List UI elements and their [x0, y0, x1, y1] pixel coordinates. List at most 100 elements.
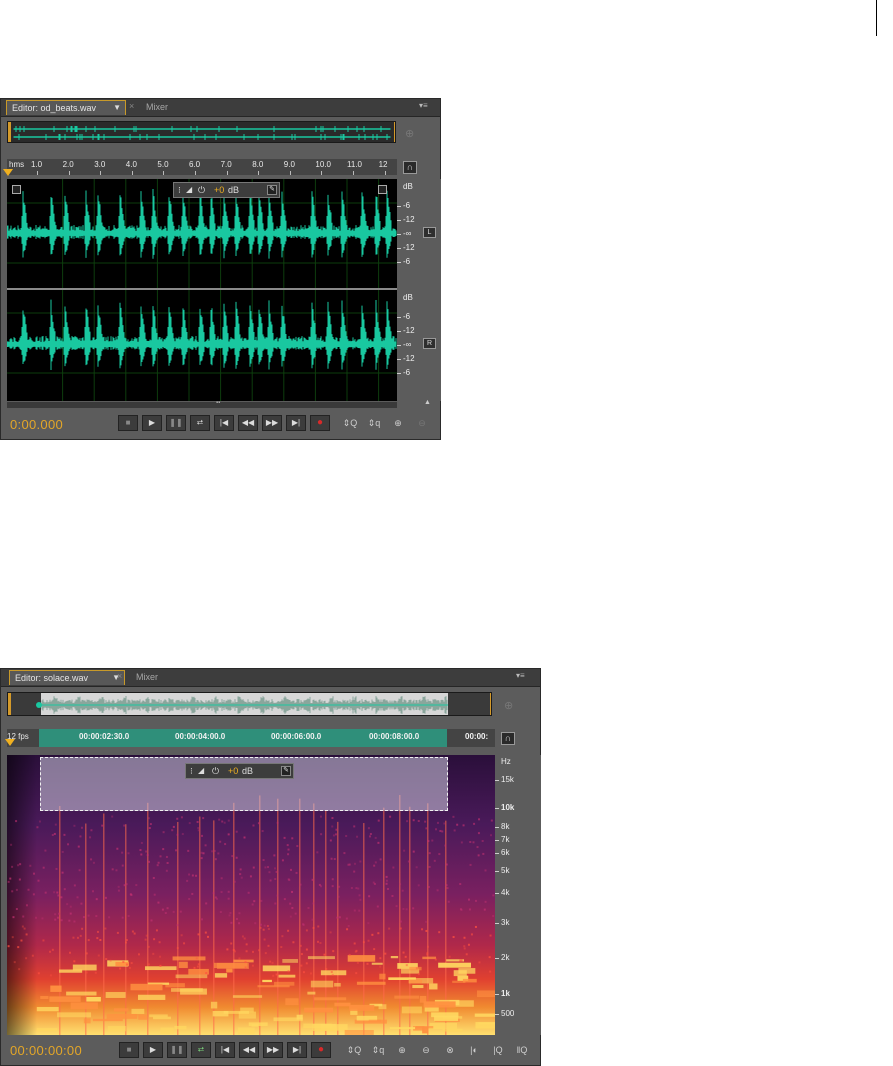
- overview-bar[interactable]: [7, 692, 492, 716]
- go-to-end-button[interactable]: ▶|: [287, 1042, 307, 1058]
- db-scale-label: -∞: [403, 229, 412, 238]
- zoom-button-2[interactable]: ⇕q: [366, 416, 382, 430]
- channel-l-badge[interactable]: L: [423, 227, 436, 238]
- heads-up-display[interactable]: ⁝ ◢ ⏻ +0 dB ✎: [185, 763, 294, 779]
- fade-out-handle[interactable]: [378, 185, 387, 194]
- volume-knob-icon[interactable]: ⏻: [212, 764, 219, 778]
- harmonic-band: [240, 1007, 254, 1013]
- db-scale-label: -6: [403, 368, 411, 377]
- harmonic-band: [394, 995, 420, 999]
- zoom-button-3[interactable]: ⊕: [394, 1043, 410, 1057]
- overview-visible-range[interactable]: [8, 122, 395, 142]
- go-to-start-button[interactable]: |◀: [214, 415, 234, 431]
- ruler-tick: [100, 171, 102, 175]
- close-icon[interactable]: ×: [129, 101, 134, 111]
- db-tick: [397, 373, 401, 374]
- fade-in-handle[interactable]: [12, 185, 21, 194]
- zoom-icon[interactable]: ⊕: [504, 699, 513, 712]
- go-to-end-button[interactable]: ▶|: [286, 415, 306, 431]
- overview-bar[interactable]: [7, 121, 396, 143]
- stop-button[interactable]: ■: [118, 415, 138, 431]
- panel-menu-icon[interactable]: ▾≡: [516, 671, 525, 680]
- zoom-button-3[interactable]: ⊕: [390, 416, 406, 430]
- frequency-scale-label: 10k: [501, 803, 515, 812]
- gain-value[interactable]: +0: [214, 183, 224, 197]
- channel-separator[interactable]: [7, 288, 397, 290]
- record-button[interactable]: ●: [311, 1042, 331, 1058]
- time-ruler[interactable]: 12 fps 00:00:02:30.0 00:00:04:00.0 00:00:0…: [7, 729, 495, 747]
- zoom-button-1[interactable]: ⇕Q: [346, 1043, 362, 1057]
- play-button[interactable]: ▶: [142, 415, 162, 431]
- stop-button[interactable]: ■: [119, 1042, 139, 1058]
- tab-mixer[interactable]: Mixer: [141, 100, 181, 115]
- waveform-editor-panel: Editor: od_beats.wav ▼ × Mixer ▾≡ ⊕ hms …: [0, 98, 441, 440]
- panel-tab-bar: Editor: od_beats.wav ▼ × Mixer ▾≡: [1, 99, 440, 117]
- zoom-button-4[interactable]: ⊖: [414, 416, 430, 430]
- pin-icon[interactable]: ✎: [281, 766, 291, 776]
- loop-button[interactable]: ⮂: [191, 1042, 211, 1058]
- ruler-tick-label: 5.0: [157, 160, 169, 169]
- zoom-button-5[interactable]: ⊗: [442, 1043, 458, 1057]
- pin-icon[interactable]: ✎: [267, 185, 277, 195]
- heads-up-display[interactable]: ⁝ ◢ ⏻ +0 dB ✎: [173, 182, 280, 198]
- go-to-start-button[interactable]: |◀: [215, 1042, 235, 1058]
- headphones-icon[interactable]: ∩: [403, 161, 417, 174]
- db-scale: dB -6 -12 -∞ -12 -6 LdB -6 -12 -∞ -12 -6 R: [397, 179, 441, 401]
- tab-label: Mixer: [146, 102, 168, 112]
- zoom-icon[interactable]: ⊕: [405, 127, 414, 140]
- zoom-button-7[interactable]: |Q: [490, 1043, 506, 1057]
- tab-mixer[interactable]: Mixer: [131, 670, 171, 685]
- frequency-tick: [495, 853, 499, 854]
- overview-visible-range[interactable]: [8, 693, 491, 715]
- db-scale-label: dB: [403, 182, 413, 191]
- zoom-button-1[interactable]: ⇕Q: [342, 416, 358, 430]
- tab-editor-solace[interactable]: Editor: solace.wav ▼: [9, 670, 125, 685]
- headphones-icon[interactable]: ∩: [501, 732, 515, 745]
- transient-streak: [125, 824, 127, 1035]
- db-scale-label: -12: [403, 354, 415, 363]
- gain-value[interactable]: +0: [228, 764, 238, 778]
- record-icon: ●: [316, 417, 324, 428]
- zoom-button-2[interactable]: ⇕q: [370, 1043, 386, 1057]
- ruler-unit-label: hms: [9, 160, 25, 169]
- loop-button[interactable]: ⮂: [190, 415, 210, 431]
- fast-forward-button[interactable]: ▶▶: [262, 415, 282, 431]
- rewind-button[interactable]: ◀◀: [238, 415, 258, 431]
- harmonic-band: [462, 978, 477, 983]
- rewind-button[interactable]: ◀◀: [239, 1042, 259, 1058]
- channel-r-badge[interactable]: R: [423, 338, 436, 349]
- tab-label: Mixer: [136, 672, 158, 682]
- fast-forward-button[interactable]: ▶▶: [263, 1042, 283, 1058]
- db-tick: [397, 345, 401, 346]
- transient-streak: [325, 810, 327, 1035]
- record-button[interactable]: ●: [310, 415, 330, 431]
- zoom-button-6[interactable]: |◐: [466, 1043, 482, 1057]
- horizontal-scrollbar[interactable]: [7, 402, 397, 408]
- playhead-marker[interactable]: [5, 739, 15, 746]
- scroll-handle-icon[interactable]: ▪▪: [216, 400, 220, 406]
- close-icon[interactable]: ×: [117, 671, 122, 681]
- ruler-timecode: 00:00:02:30.0: [79, 732, 130, 741]
- dropdown-arrow-icon[interactable]: ▼: [113, 101, 121, 115]
- scroll-arrow-icon[interactable]: ▲: [424, 399, 431, 406]
- zoom-icon: ⊖: [422, 1045, 430, 1055]
- time-ruler[interactable]: hms 1.0 2.0 3.0 4.0 5.0 6.0 7.0 8.0 9.0 10.0 11.0 1…: [7, 159, 397, 175]
- pause-button[interactable]: ❚❚: [166, 415, 186, 431]
- panel-menu-icon[interactable]: ▾≡: [419, 101, 428, 110]
- gain-unit: dB: [242, 766, 254, 776]
- zoom-button-8[interactable]: ‖Q: [514, 1043, 530, 1057]
- harmonic-band: [262, 965, 291, 972]
- play-button[interactable]: ▶: [143, 1042, 163, 1058]
- harmonic-band: [334, 1002, 351, 1007]
- waveform-display[interactable]: ⁝ ◢ ⏻ +0 dB ✎: [7, 179, 397, 401]
- zoom-button-4[interactable]: ⊖: [418, 1043, 434, 1057]
- ruler-tick-label: 8.0: [252, 160, 264, 169]
- spectral-frequency-display[interactable]: ⁝ ◢ ⏻ +0 dB ✎: [7, 755, 495, 1035]
- db-scale-label: -6: [403, 257, 411, 266]
- harmonic-band: [214, 973, 228, 978]
- pause-button[interactable]: ❚❚: [167, 1042, 187, 1058]
- volume-knob-icon[interactable]: ⏻: [198, 183, 205, 197]
- transient-streak: [233, 802, 235, 1035]
- tab-editor-od-beats[interactable]: Editor: od_beats.wav ▼: [6, 100, 126, 115]
- playhead-marker[interactable]: [3, 169, 13, 176]
